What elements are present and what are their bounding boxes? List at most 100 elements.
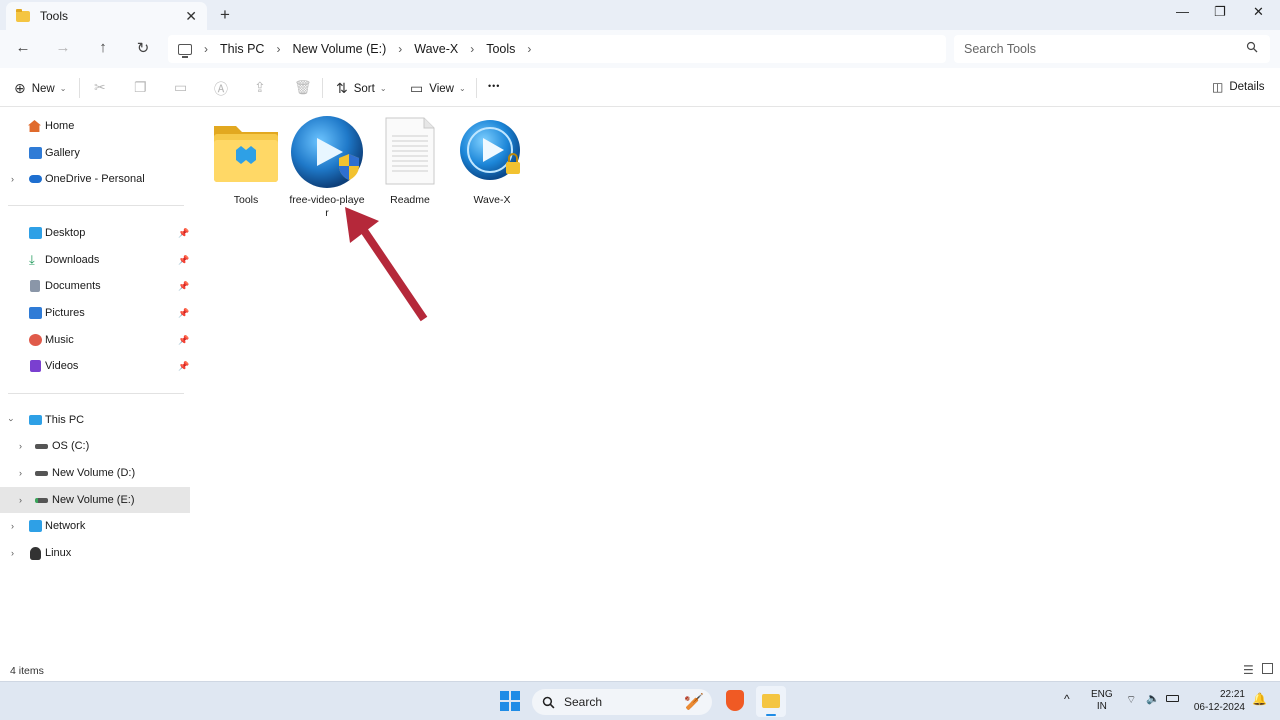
details-view-icon[interactable]: ☰ <box>1243 663 1254 677</box>
video-player-lock-icon <box>460 120 520 180</box>
restore-button[interactable]: ❐ <box>1214 4 1226 20</box>
chevron-right-icon[interactable]: › <box>398 42 402 56</box>
sidebar-item-home[interactable]: Home <box>0 113 190 139</box>
pin-icon[interactable]: 📌 <box>178 228 189 239</box>
sidebar-item-desktop[interactable]: Desktop 📌 <box>0 220 190 246</box>
sidebar-item-label: Linux <box>45 547 72 559</box>
sidebar-item-downloads[interactable]: ⤓ Downloads 📌 <box>0 247 190 273</box>
paste-icon[interactable]: ▭ <box>174 79 187 96</box>
chevron-right-icon[interactable]: › <box>11 174 14 184</box>
language-indicator[interactable]: ENG IN <box>1091 689 1113 713</box>
share-icon[interactable]: ⇪ <box>254 79 266 96</box>
details-label: Details <box>1229 81 1265 93</box>
sidebar-item-label: Videos <box>45 360 79 372</box>
pin-icon[interactable]: 📌 <box>178 281 189 292</box>
pictures-icon <box>29 307 42 319</box>
sidebar-item-onedrive[interactable]: › OneDrive - Personal <box>0 166 190 192</box>
close-window-button[interactable]: ✕ <box>1253 4 1264 20</box>
documents-icon <box>30 280 40 292</box>
chevron-down-icon: ⌄ <box>59 84 67 93</box>
divider <box>79 78 80 98</box>
back-button[interactable]: ← <box>12 39 34 56</box>
sidebar-item-os-c[interactable]: › OS (C:) <box>0 433 190 459</box>
wifi-icon[interactable]: ⌔ <box>1126 693 1136 707</box>
file-name: Tools <box>233 194 259 206</box>
chevron-right-icon[interactable]: › <box>204 42 208 56</box>
sidebar-item-gallery[interactable]: Gallery <box>0 140 190 166</box>
taskbar-search-label: Search <box>564 695 603 709</box>
new-button[interactable]: ⊕ New ⌄ <box>14 80 66 97</box>
search-input[interactable]: Search Tools <box>954 35 1270 63</box>
sort-button[interactable]: ⇅ Sort ⌄ <box>336 80 387 97</box>
sidebar-item-documents[interactable]: Documents 📌 <box>0 273 190 299</box>
sidebar-item-label: Documents <box>45 280 101 292</box>
file-item-readme[interactable]: Readme <box>372 116 448 216</box>
forward-button[interactable]: → <box>52 39 74 56</box>
notification-bell-icon[interactable]: 🔔 <box>1252 692 1267 706</box>
chevron-right-icon[interactable]: › <box>11 548 14 558</box>
chevron-right-icon[interactable]: › <box>19 468 22 478</box>
download-icon: ⤓ <box>29 252 35 267</box>
cut-icon[interactable]: ✂ <box>94 79 106 96</box>
file-item-tools[interactable]: Tools <box>208 116 284 216</box>
chevron-right-icon[interactable]: › <box>527 42 531 56</box>
pin-icon[interactable]: 📌 <box>178 361 189 372</box>
breadcrumb-new-volume-e[interactable]: New Volume (E:) <box>292 42 386 56</box>
sidebar-item-videos[interactable]: Videos 📌 <box>0 353 190 379</box>
file-explorer-taskbar-button[interactable] <box>756 686 786 717</box>
sidebar-item-this-pc[interactable]: › This PC <box>0 407 190 433</box>
time: 22:21 <box>1219 689 1245 700</box>
clock[interactable]: 22:21 06-12-2024 <box>1193 688 1245 714</box>
sidebar-item-network[interactable]: › Network <box>0 513 190 539</box>
more-options-button[interactable]: ••• <box>488 81 500 91</box>
details-button[interactable]: ◫ Details <box>1212 80 1265 94</box>
volume-icon[interactable]: 🔈 <box>1146 692 1160 705</box>
copy-icon[interactable]: ❐ <box>134 79 147 96</box>
taskbar-search[interactable]: Search 🏏 <box>532 689 712 715</box>
file-item-wave-x[interactable]: Wave-X <box>454 116 530 216</box>
breadcrumb-wave-x[interactable]: Wave-X <box>414 42 458 56</box>
tab-close-button[interactable]: ✕ <box>185 8 197 25</box>
folder-icon <box>214 126 278 182</box>
drive-icon <box>35 498 48 503</box>
sidebar-item-linux[interactable]: › Linux <box>0 540 190 566</box>
up-button[interactable]: ↑ <box>92 39 114 56</box>
divider <box>322 78 323 98</box>
linux-icon <box>30 546 41 560</box>
chevron-right-icon[interactable]: › <box>276 42 280 56</box>
divider <box>8 393 184 394</box>
gallery-icon <box>29 147 42 159</box>
pc-icon <box>29 415 42 425</box>
sidebar-item-new-volume-d[interactable]: › New Volume (D:) <box>0 460 190 486</box>
large-icons-view-icon[interactable] <box>1262 663 1273 674</box>
delete-icon[interactable]: 🗑 <box>294 79 312 96</box>
start-button[interactable] <box>500 691 520 711</box>
pin-icon[interactable]: 📌 <box>178 255 189 266</box>
language-code: ENG <box>1091 689 1113 700</box>
chevron-right-icon[interactable]: › <box>11 521 14 531</box>
address-bar[interactable]: › This PC › New Volume (E:) › Wave-X › T… <box>168 35 946 63</box>
pin-icon[interactable]: 📌 <box>178 308 189 319</box>
battery-icon[interactable] <box>1166 695 1179 702</box>
chevron-up-icon[interactable]: ^ <box>1064 692 1070 706</box>
minimize-button[interactable]: — <box>1176 4 1189 19</box>
folder-icon <box>762 694 780 708</box>
tab-tools[interactable]: Tools ✕ <box>6 2 207 30</box>
refresh-button[interactable]: ↻ <box>132 39 154 57</box>
breadcrumb-this-pc[interactable]: This PC <box>220 42 264 56</box>
sidebar-item-new-volume-e[interactable]: › New Volume (E:) <box>0 487 190 513</box>
chevron-down-icon[interactable]: › <box>7 419 17 422</box>
new-tab-button[interactable]: + <box>220 5 230 25</box>
sidebar-item-pictures[interactable]: Pictures 📌 <box>0 300 190 326</box>
brave-browser-icon[interactable] <box>726 690 744 711</box>
sidebar-item-label: Pictures <box>45 307 85 319</box>
breadcrumb-tools[interactable]: Tools <box>486 42 515 56</box>
view-button[interactable]: ▭ View ⌄ <box>410 80 466 97</box>
pin-icon[interactable]: 📌 <box>178 335 189 346</box>
search-highlight-icon: 🏏 <box>684 694 704 711</box>
chevron-right-icon[interactable]: › <box>19 495 22 505</box>
chevron-right-icon[interactable]: › <box>470 42 474 56</box>
chevron-right-icon[interactable]: › <box>19 441 22 451</box>
rename-icon[interactable]: Ⓐ <box>214 79 228 99</box>
sidebar-item-music[interactable]: Music 📌 <box>0 327 190 353</box>
